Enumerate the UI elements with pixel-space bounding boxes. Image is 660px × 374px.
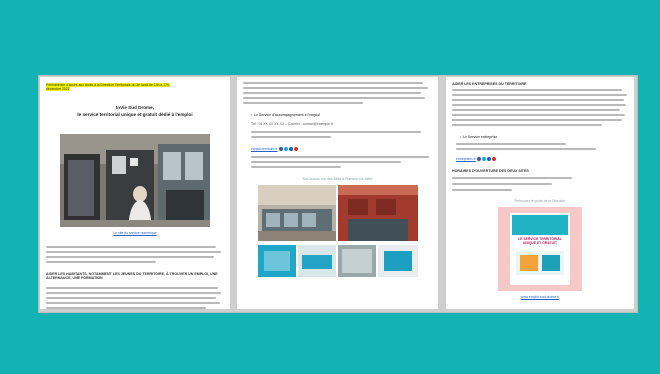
web-link[interactable]: emploi-territoire.fr [251,147,278,151]
highlighted-notice: Permanence d'accès aux droits à la Direc… [46,83,211,92]
photo-caption: Nos locaux, rue des Alliés à Romans-sur-… [302,177,373,181]
facebook-icon[interactable] [278,147,283,152]
page-subtitle: le service territorial unique et gratuit… [77,112,193,117]
linkedin-icon[interactable] [288,147,293,152]
linkedin-icon[interactable] [486,157,491,162]
section-heading-habitants: AIDER LES HABITANTS, NOTAMMENT LES JEUNE… [46,272,218,280]
guide-link[interactable]: www.emploi-sud-drome.fr [521,295,559,299]
document-page-3: AIDER LES ENTREPRISES DU TERRITOIRE • Le… [446,77,634,309]
section-heading-entreprises: AIDER LES ENTREPRISES DU TERRITOIRE [452,82,527,86]
youtube-icon[interactable] [293,147,298,152]
poster-title: LE SERVICE TERRITORIAL UNIQUE ET GRATUIT [518,237,562,245]
twitter-icon[interactable] [283,147,288,152]
section-heading-horaires: HORAIRES D'OUVERTURE DES DEUX SITES [452,169,529,173]
web-line-entreprise: entreprises.fr [456,157,497,162]
facebook-icon[interactable] [476,157,481,162]
bullet-service-entreprise: • Le Service entreprise [460,135,498,139]
building-photos-collage [258,185,418,277]
page-title: InVie Sud Drome, [116,105,154,110]
document-page-1: Permanence d'accès aux droits à la Direc… [40,77,230,309]
document-page-2: • Le Service d'accompagnement à l'emploi… [237,77,438,309]
office-photo [60,134,210,227]
photo-link[interactable]: Le site du service numérique [113,231,156,235]
web-line: emploi-territoire.fr [251,147,299,152]
guide-poster: LE SERVICE TERRITORIAL UNIQUE ET GRATUIT [498,207,582,291]
twitter-icon[interactable] [481,157,486,162]
poster-caption: Retrouvez le guide de la Direction [514,199,566,203]
bullet-service-emploi: • Le Service d'accompagnement à l'emploi [251,113,321,117]
contact-phone: Tél : 04 XX XX XX XX – Courriel : contac… [251,122,333,126]
web-link-entreprise[interactable]: entreprises.fr [456,157,476,161]
youtube-icon[interactable] [491,157,496,162]
highlight-text-2: décembre 2021 [46,87,70,92]
